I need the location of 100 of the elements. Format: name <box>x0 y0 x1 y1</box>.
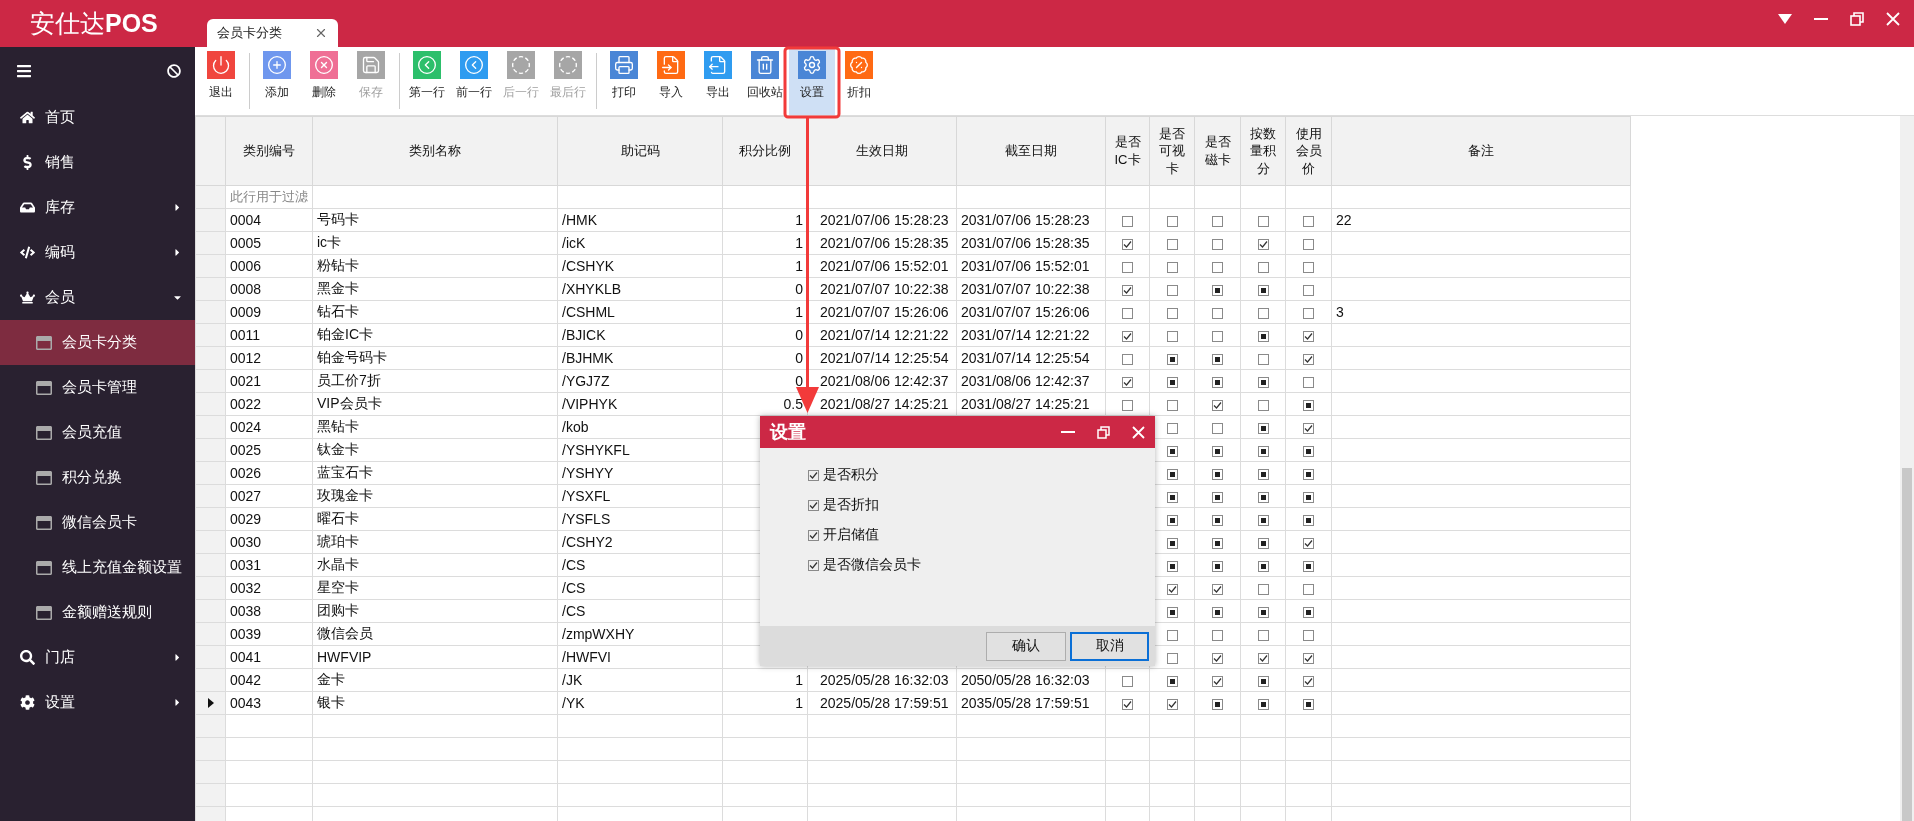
checkbox[interactable] <box>1257 537 1269 549</box>
checkbox[interactable] <box>1212 491 1223 503</box>
checkbox[interactable] <box>1257 652 1269 664</box>
toolbar-button[interactable]: 退出 <box>198 47 244 115</box>
checkbox[interactable] <box>1257 284 1269 296</box>
checkbox[interactable] <box>1257 399 1269 411</box>
checkbox[interactable] <box>1257 376 1269 388</box>
checkbox[interactable] <box>1166 675 1178 687</box>
checkbox[interactable] <box>1303 583 1314 595</box>
checkbox[interactable] <box>1212 606 1223 618</box>
checkbox[interactable] <box>1212 284 1223 296</box>
checkbox[interactable] <box>1257 307 1269 319</box>
checkbox[interactable] <box>1303 238 1314 250</box>
checkbox[interactable] <box>1303 215 1314 227</box>
checkbox[interactable] <box>1212 583 1223 595</box>
close-icon[interactable] <box>1886 12 1900 26</box>
checkbox[interactable] <box>1303 629 1314 641</box>
column-header[interactable]: 积分比例 <box>722 116 808 186</box>
checkbox[interactable] <box>1122 399 1133 411</box>
column-header[interactable]: 助记码 <box>557 116 723 186</box>
checkbox[interactable] <box>1212 330 1223 342</box>
checkbox[interactable] <box>1122 284 1133 296</box>
checkbox[interactable] <box>1303 606 1314 618</box>
checkbox[interactable] <box>1303 307 1314 319</box>
column-header[interactable]: 是否IC卡 <box>1105 116 1150 186</box>
toolbar-button[interactable]: 导入 <box>648 47 694 115</box>
column-header[interactable]: 备注 <box>1331 116 1631 186</box>
close-icon[interactable] <box>314 26 328 40</box>
sidebar-item[interactable]: 会员卡管理 <box>0 365 195 410</box>
checkbox[interactable] <box>1257 675 1269 687</box>
checkbox[interactable] <box>1122 215 1133 227</box>
checkbox[interactable] <box>1212 376 1223 388</box>
scrollbar[interactable] <box>1900 116 1914 821</box>
sidebar-item[interactable]: 门店 <box>0 635 195 680</box>
sidebar-item[interactable]: 金额赠送规则 <box>0 590 195 635</box>
checkbox[interactable] <box>808 469 819 481</box>
sidebar-item[interactable]: 销售 <box>0 140 195 185</box>
checkbox[interactable] <box>1122 261 1133 273</box>
checkbox[interactable] <box>1303 652 1314 664</box>
checkbox[interactable] <box>1122 330 1133 342</box>
checkbox[interactable] <box>1303 376 1314 388</box>
option-label[interactable]: 是否折扣 <box>823 496 879 514</box>
tab[interactable]: 会员卡分类 <box>207 19 338 47</box>
checkbox[interactable] <box>1212 468 1223 480</box>
toolbar-button[interactable]: 添加 <box>254 47 300 115</box>
checkbox[interactable] <box>1166 307 1178 319</box>
checkbox[interactable] <box>1166 560 1178 572</box>
checkbox[interactable] <box>1257 353 1269 365</box>
checkbox[interactable] <box>1303 514 1314 526</box>
checkbox[interactable] <box>1257 330 1269 342</box>
sidebar-item[interactable]: 微信会员卡 <box>0 500 195 545</box>
sidebar-item[interactable]: 库存 <box>0 185 195 230</box>
toolbar-button[interactable]: 回收站 <box>742 47 788 115</box>
dialog-button[interactable]: 取消 <box>1070 631 1149 661</box>
checkbox[interactable] <box>1257 422 1269 434</box>
sidebar-item[interactable]: 会员充值 <box>0 410 195 455</box>
checkbox[interactable] <box>1166 422 1178 434</box>
checkbox[interactable] <box>1303 284 1314 296</box>
column-header[interactable]: 按数量积分 <box>1240 116 1286 186</box>
column-header[interactable]: 使用会员价 <box>1285 116 1332 186</box>
column-header[interactable]: 类别编号 <box>225 116 313 186</box>
checkbox[interactable] <box>1257 215 1269 227</box>
checkbox[interactable] <box>808 499 819 511</box>
checkbox[interactable] <box>1212 629 1223 641</box>
checkbox[interactable] <box>1212 560 1223 572</box>
checkbox[interactable] <box>1166 698 1178 710</box>
checkbox[interactable] <box>1257 238 1269 250</box>
checkbox[interactable] <box>808 559 819 571</box>
checkbox[interactable] <box>1257 583 1269 595</box>
checkbox[interactable] <box>1166 284 1178 296</box>
checkbox[interactable] <box>1166 399 1178 411</box>
checkbox[interactable] <box>1212 445 1223 457</box>
column-header[interactable]: 截至日期 <box>956 116 1106 186</box>
option-label[interactable]: 是否微信会员卡 <box>823 556 921 574</box>
toolbar-button[interactable]: 第一行 <box>404 47 450 115</box>
checkbox[interactable] <box>1212 307 1223 319</box>
sidebar-item[interactable]: 积分兑换 <box>0 455 195 500</box>
checkbox[interactable] <box>1257 261 1269 273</box>
option-label[interactable]: 开启储值 <box>823 526 879 544</box>
checkbox[interactable] <box>1212 399 1223 411</box>
checkbox[interactable] <box>1303 330 1314 342</box>
checkbox[interactable] <box>1122 238 1133 250</box>
checkbox[interactable] <box>1166 652 1178 664</box>
sidebar-item[interactable]: 编码 <box>0 230 195 275</box>
checkbox[interactable] <box>1212 698 1223 710</box>
checkbox[interactable] <box>1122 698 1133 710</box>
checkbox[interactable] <box>1257 514 1269 526</box>
checkbox[interactable] <box>1166 537 1178 549</box>
checkbox[interactable] <box>1212 514 1223 526</box>
checkbox[interactable] <box>1303 698 1314 710</box>
checkbox[interactable] <box>1212 238 1223 250</box>
toolbar-button[interactable]: 设置 <box>789 47 835 115</box>
option-label[interactable]: 是否积分 <box>823 466 879 484</box>
checkbox[interactable] <box>1166 376 1178 388</box>
checkbox[interactable] <box>1166 238 1178 250</box>
checkbox[interactable] <box>1303 468 1314 480</box>
checkbox[interactable] <box>1303 560 1314 572</box>
column-header[interactable]: 类别名称 <box>312 116 558 186</box>
checkbox[interactable] <box>1166 491 1178 503</box>
checkbox[interactable] <box>1303 399 1314 411</box>
